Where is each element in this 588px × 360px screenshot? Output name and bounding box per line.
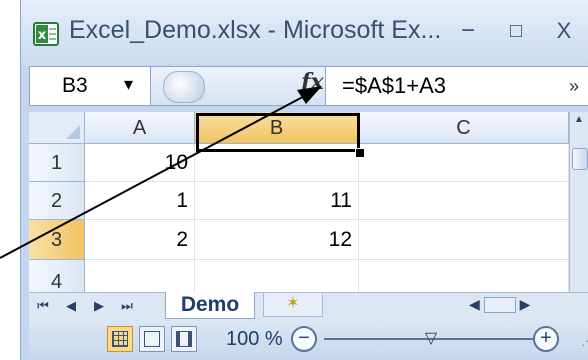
arrow-line bbox=[0, 91, 313, 259]
arrow-head-icon bbox=[297, 86, 322, 104]
annotation-arrow bbox=[0, 86, 322, 259]
